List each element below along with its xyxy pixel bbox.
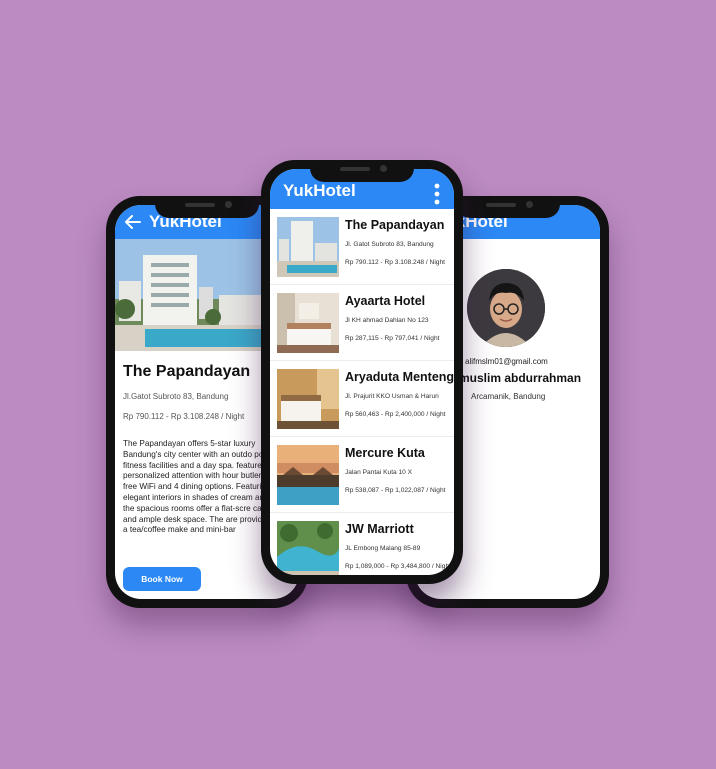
hotel-address: Jl. Prajurit KKO Usman & Harun [345, 393, 439, 400]
book-now-button[interactable]: Book Now [123, 567, 201, 591]
more-vert-icon[interactable] [434, 183, 440, 205]
hotel-price: Rp 538,087 - Rp 1,022,087 / Night [345, 487, 446, 494]
profile-name: muslim abdurrahman [459, 371, 582, 385]
hotel-thumbnail [277, 293, 339, 353]
hotel-address: Jl. Gatot Subroto 83, Bandung [345, 241, 434, 248]
hotel-thumbnail [277, 369, 339, 429]
hotel-address: Jl.Gatot Subroto 83, Bandung [123, 392, 229, 401]
hotel-list-item[interactable]: The Papandayan Jl. Gatot Subroto 83, Ban… [270, 209, 454, 285]
hotel-list-item[interactable]: Mercure Kuta Jalan Pantai Kuta 10 X Rp 5… [270, 437, 454, 513]
hotel-price: Rp 287,115 - Rp 797,041 / Night [345, 335, 440, 342]
phone-notch [310, 160, 414, 182]
back-arrow-icon[interactable] [125, 215, 141, 229]
hotel-price: Rp 790.112 - Rp 3.108.248 / Night [345, 259, 445, 266]
hotel-price: Rp 1,089,000 - Rp 3,484,800 / Night [345, 563, 451, 570]
hotel-name: The Papandayan [345, 218, 445, 232]
hotel-thumbnail [277, 217, 339, 277]
app-brand: YukHotel [283, 181, 356, 200]
hotel-price: Rp 560,463 - Rp 2,400,000 / Night [345, 411, 446, 418]
hotel-name: JW Marriott [345, 522, 414, 536]
hotel-title: The Papandayan [123, 363, 251, 380]
phone-notch [155, 196, 259, 218]
profile-email: alifmslm01@gmail.com [465, 357, 548, 366]
hotel-thumbnail [277, 521, 339, 575]
hotel-list-item[interactable]: Ayaarta Hotel Jl KH ahmad Dahlan No 123 … [270, 285, 454, 361]
hotel-list-item[interactable]: JW Marriott JL Embong Malang 85-89 Rp 1,… [270, 513, 454, 575]
avatar [467, 269, 545, 347]
hotel-price: Rp 790.112 - Rp 3.108.248 / Night [123, 412, 245, 421]
phone-notch [455, 196, 560, 218]
hotel-address: Jalan Pantai Kuta 10 X [345, 469, 413, 476]
hotel-thumbnail [277, 445, 339, 505]
hotel-address: JL Embong Malang 85-89 [345, 545, 421, 552]
hotel-name: Mercure Kuta [345, 446, 425, 460]
hotel-address: Jl KH ahmad Dahlan No 123 [345, 317, 429, 324]
list-phone: YukHotel The Papandayan Jl. Gatot Subrot… [261, 160, 463, 584]
hotel-list-item[interactable]: Aryaduta Menteng Jl. Prajurit KKO Usman … [270, 361, 454, 437]
profile-city: Arcamanik, Bandung [471, 392, 546, 401]
list-screen: YukHotel The Papandayan Jl. Gatot Subrot… [270, 169, 454, 575]
hotel-name: Ayaarta Hotel [345, 294, 426, 308]
hotel-name: Aryaduta Menteng [345, 370, 454, 384]
